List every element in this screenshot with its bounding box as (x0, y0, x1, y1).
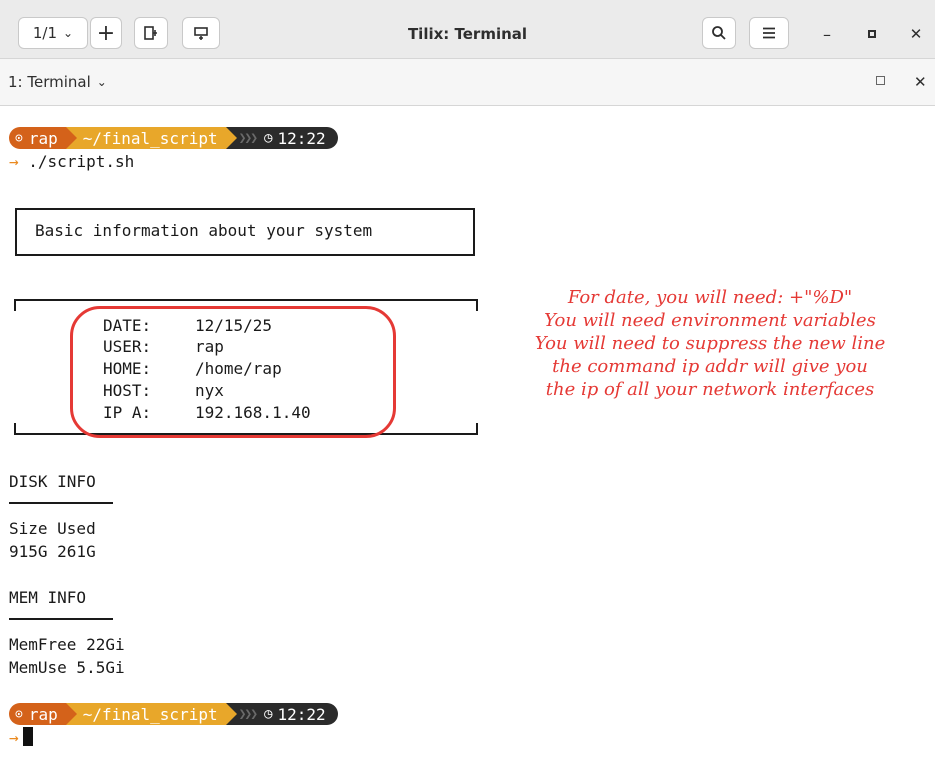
segment-separator (225, 703, 237, 725)
banner-text: Basic information about your system (35, 221, 373, 240)
text-cursor (22, 727, 33, 746)
terminal-area[interactable]: ⊙ rap ~/final_script ❯❯❯ ◷ 12:22 → ./scr… (0, 106, 935, 776)
annotation-line: You will need to suppress the new line (534, 333, 886, 354)
prompt-dir-segment: ~/final_script (76, 127, 226, 149)
close-icon: ✕ (909, 25, 923, 43)
annotation-line: You will need environment variables (544, 310, 876, 331)
segment-separator (225, 127, 237, 149)
search-icon (712, 26, 726, 40)
prompt-time-segment: ◷ 12:22 (258, 703, 338, 725)
close-icon: ✕ (914, 73, 927, 91)
maximize-icon (868, 30, 876, 38)
search-button[interactable] (702, 17, 736, 49)
annotation-highlight-oval (70, 306, 396, 438)
annotation-line: For date, you will need: +"%D" (567, 287, 853, 308)
session-switcher-button[interactable]: 1/1 ⌄ (18, 17, 88, 49)
prompt-arrow-icon: → (9, 728, 19, 747)
split-right-icon (144, 26, 157, 40)
shell-prompt: ⊙ rap ~/final_script ❯❯❯ ◷ 12:22 (9, 127, 338, 149)
prompt-time: 12:22 (277, 704, 326, 724)
chevron-down-icon: ⌄ (96, 75, 107, 89)
annotation-line: the ip of all your network interfaces (545, 379, 875, 400)
clock-icon: ◷ (264, 706, 273, 722)
prompt-time: 12:22 (277, 128, 326, 148)
disk-header: Size Used (9, 519, 96, 538)
divider (9, 502, 113, 504)
segment-separator (65, 127, 77, 149)
terminal-tab-label: 1: Terminal (8, 73, 91, 91)
shell-prompt: ⊙ rap ~/final_script ❯❯❯ ◷ 12:22 (9, 703, 338, 725)
command-line: → ./script.sh (9, 152, 134, 172)
prompt-user-segment: ⊙ rap (9, 127, 66, 149)
plus-icon: + (96, 20, 116, 46)
mem-free: MemFree 22Gi (9, 635, 125, 654)
terminal-title-dropdown[interactable]: 1: Terminal ⌄ (8, 73, 107, 91)
user-icon: ⊙ (15, 706, 23, 722)
disk-info-title: DISK INFO (9, 472, 96, 491)
chevrons-icon: ❯❯❯ (236, 703, 258, 725)
hamburger-menu-icon (763, 27, 775, 39)
mem-use: MemUse 5.5Gi (9, 658, 125, 677)
annotation-note: For date, you will need: +"%D" You will … (490, 286, 930, 401)
tilix-window: 1/1 ⌄ + Tilix: Terminal – ✕ 1: Terminal … (0, 0, 935, 776)
disk-values: 915G 261G (9, 542, 96, 561)
close-terminal-button[interactable]: ✕ (914, 73, 927, 91)
close-window-button[interactable]: ✕ (904, 22, 928, 46)
prompt-user: rap (28, 128, 58, 148)
user-icon: ⊙ (15, 130, 23, 146)
terminal-tab-bar: 1: Terminal ⌄ ✕ (0, 58, 935, 106)
divider (9, 618, 113, 620)
prompt-arrow-icon: → (9, 152, 19, 171)
header-bar: 1/1 ⌄ + Tilix: Terminal – ✕ (0, 0, 935, 58)
chevron-down-icon: ⌄ (63, 26, 74, 40)
prompt-user: rap (28, 704, 58, 724)
clock-icon: ◷ (264, 130, 273, 146)
minimize-button[interactable]: – (815, 22, 839, 46)
mem-info-title: MEM INFO (9, 588, 87, 607)
split-down-button[interactable] (182, 17, 220, 49)
maximize-icon (876, 76, 885, 85)
prompt-directory: ~/final_script (82, 704, 218, 724)
prompt-directory: ~/final_script (82, 128, 218, 148)
input-line[interactable]: → (9, 727, 33, 748)
prompt-dir-segment: ~/final_script (76, 703, 226, 725)
maximize-button[interactable] (860, 22, 884, 46)
segment-separator (65, 703, 77, 725)
split-down-icon (194, 27, 208, 40)
split-right-button[interactable] (134, 17, 168, 49)
chevrons-icon: ❯❯❯ (236, 127, 258, 149)
minimize-icon: – (823, 24, 831, 44)
prompt-time-segment: ◷ 12:22 (258, 127, 338, 149)
session-counter: 1/1 (32, 24, 58, 42)
maximize-terminal-button[interactable] (876, 73, 885, 89)
annotation-line: the command ip addr will give you (552, 356, 868, 377)
command-text: ./script.sh (28, 152, 135, 171)
prompt-user-segment: ⊙ rap (9, 703, 66, 725)
menu-button[interactable] (749, 17, 789, 49)
add-terminal-button[interactable]: + (90, 17, 122, 49)
